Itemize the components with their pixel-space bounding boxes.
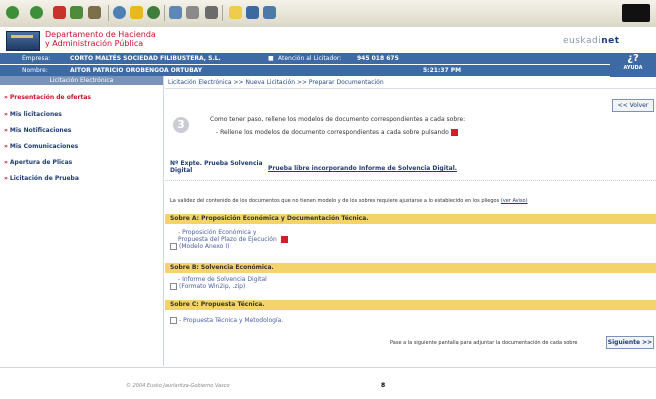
divider [165, 88, 656, 89]
checkbox-icon[interactable] [170, 317, 177, 324]
validity-notice: La validez del contenido de los document… [170, 198, 528, 204]
checkbox-icon[interactable] [170, 243, 177, 250]
forward-icon[interactable] [30, 6, 43, 19]
atencion-label: Atención al Licitador: [278, 55, 342, 62]
home-icon[interactable] [88, 6, 101, 19]
instructions-text: - Rellene los modelos de documento corre… [216, 129, 449, 136]
pdf-icon [450, 129, 458, 136]
sobre-c-doc-line1: - Propuesta Técnica y Metodología. [170, 317, 283, 324]
refresh-icon[interactable] [70, 6, 83, 19]
help-icon: ¿? [627, 53, 639, 64]
department-subname: y Administración Pública [45, 39, 144, 48]
sobre-c-doc-line1-text: - Propuesta Técnica y Metodología. [179, 317, 284, 324]
sidebar-item-apertura[interactable]: Apertura de Plicas [4, 159, 72, 166]
site-header: Departamento de Hacienda y Administració… [0, 27, 656, 54]
nombre-label: Nombre: [22, 67, 48, 74]
clock-time: 5:21:37 PM [423, 67, 462, 74]
sidebar-item-licitaciones[interactable]: Mis licitaciones [4, 111, 62, 118]
section-sobre-b-header: Sobre B: Solvencia Económica. [165, 263, 656, 273]
department-name: Departamento de Hacienda [45, 30, 156, 39]
government-crest-icon [6, 31, 40, 51]
euskadinet-logo[interactable]: euskadinet [563, 36, 620, 46]
checkbox-icon[interactable] [170, 283, 177, 290]
footer-divider [0, 367, 656, 368]
help-label: AYUDA [623, 65, 643, 71]
dotted-divider [165, 180, 656, 181]
history-icon[interactable] [147, 6, 160, 19]
sidebar [0, 76, 164, 366]
pdf-icon[interactable] [280, 236, 288, 243]
sidebar-item-notificaciones[interactable]: Mis Notificaciones [4, 127, 71, 134]
copyright: © 2004 Eusko Jaurlaritza-Gobierno Vasco [126, 383, 230, 389]
sidebar-item-presentacion[interactable]: Presentación de ofertas [4, 94, 91, 101]
expediente-link[interactable]: Prueba libre incorporando Informe de Sol… [268, 165, 457, 172]
sobre-a-document[interactable]: - Proposición Económica y Propuesta del … [170, 229, 288, 250]
sobre-a-doc-line2-text: Propuesta del Plazo de Ejecución [178, 236, 277, 243]
brand-right: net [601, 36, 620, 46]
back-icon[interactable] [6, 6, 19, 19]
toolbar-separator [108, 5, 109, 21]
brand-left: euskadi [563, 36, 602, 46]
sobre-a-doc-line1: - Proposición Económica y [178, 229, 257, 236]
section-sobre-c-header: Sobre C: Propuesta Técnica. [165, 300, 656, 310]
search-icon[interactable] [113, 6, 126, 19]
edit-icon[interactable] [205, 6, 218, 19]
sobre-a-doc-line2: Propuesta del Plazo de Ejecución [170, 236, 288, 243]
mail-icon[interactable] [169, 6, 182, 19]
help-button[interactable]: ¿? AYUDA [610, 53, 656, 77]
sobre-a-doc-line3: (Modelo Anexo I) [170, 243, 288, 250]
toolbar-separator [222, 5, 223, 21]
sobre-b-document[interactable]: - Informe de Solvencia Digital (Formato … [170, 276, 267, 290]
nombre-value: AITOR PATRICIO OROBENGOA ORTUBAY [70, 67, 203, 74]
instructions-line1: Como tener paso, rellene los modelos de … [210, 116, 466, 123]
empresa-value: CORTO MALTÉS SOCIEDAD FILIBUSTERA, S.L. [70, 55, 221, 62]
sidebar-item-comunicaciones[interactable]: Mis Comunicaciones [4, 143, 78, 150]
stop-icon[interactable] [53, 6, 66, 19]
back-button[interactable]: << Volver [612, 99, 654, 112]
empresa-label: Empresa: [22, 55, 51, 62]
sobre-b-doc-line2: (Formato Win2ip, .zip) [170, 283, 267, 290]
atencion-phone: 945 018 675 [357, 55, 399, 62]
sobre-a-doc-line3-text: (Modelo Anexo I) [179, 243, 230, 250]
ver-aviso-link[interactable]: (ver Aviso) [501, 198, 528, 204]
expediente-label: Nº Expte. Prueba Solvencia Digital [170, 160, 263, 174]
windows-logo-icon [622, 4, 650, 22]
expediente-label-line1: Nº Expte. Prueba Solvencia [170, 160, 263, 167]
sobre-c-document[interactable]: - Propuesta Técnica y Metodología. [170, 317, 283, 324]
section-sobre-a-header: Sobre A: Proposición Económica y Documen… [165, 214, 656, 224]
empresa-bar: Empresa: CORTO MALTÉS SOCIEDAD FILIBUSTE… [0, 53, 656, 64]
phone-icon: ■ [268, 55, 274, 62]
instructions-line2: - Rellene los modelos de documento corre… [216, 129, 458, 136]
nombre-bar: Nombre: AITOR PATRICIO OROBENGOA ORTUBAY… [0, 65, 656, 76]
sidebar-title: Licitación Electrónica [0, 76, 163, 85]
next-step-text: Pase a la siguiente pantalla para adjunt… [390, 340, 578, 346]
step-number-icon: 3 [173, 117, 189, 133]
favorites-icon[interactable] [130, 6, 143, 19]
sidebar-item-prueba[interactable]: Licitación de Prueba [4, 175, 79, 182]
toolbar-separator [164, 5, 165, 21]
validity-text: La validez del contenido de los document… [170, 198, 500, 204]
messenger-icon[interactable] [246, 6, 259, 19]
toolbar-extra-icon[interactable] [263, 6, 276, 19]
sobre-b-doc-line1: - Informe de Solvencia Digital [178, 276, 267, 283]
browser-toolbar [0, 0, 656, 28]
sobre-b-doc-line2-text: (Formato Win2ip, .zip) [179, 283, 246, 290]
expediente-label-line2: Digital [170, 167, 193, 174]
breadcrumb: Licitación Electrónica >> Nueva Licitaci… [168, 79, 384, 86]
page-number: 8 [381, 382, 386, 389]
next-button[interactable]: Siguiente >> [606, 336, 654, 349]
discuss-icon[interactable] [229, 6, 242, 19]
print-icon[interactable] [186, 6, 199, 19]
